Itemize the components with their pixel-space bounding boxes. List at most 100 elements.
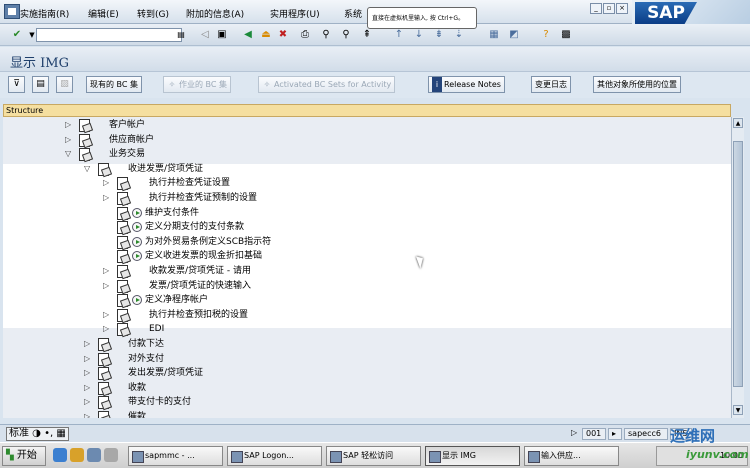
execute-activity-icon[interactable]: [132, 222, 142, 233]
tree-node-label[interactable]: 定义收进发票的现金折扣基础: [145, 249, 262, 263]
command-field[interactable]: [36, 28, 182, 42]
tree-node[interactable]: ▽ 收进发票/贷项凭证: [3, 162, 703, 176]
minimize-icon[interactable]: _: [590, 3, 602, 14]
expand-node-icon[interactable]: ▷: [84, 352, 92, 366]
tree-node-label[interactable]: 催款: [128, 410, 146, 418]
documentation-icon[interactable]: [116, 250, 129, 264]
tree-node-label[interactable]: 带支付卡的支付: [128, 395, 191, 409]
menu-utilities[interactable]: 实用程序(U): [270, 7, 320, 20]
documentation-icon[interactable]: [97, 162, 110, 176]
expand-node-icon[interactable]: ▷: [103, 264, 111, 278]
documentation-icon[interactable]: [116, 235, 129, 249]
expand-icon[interactable]: ⊽: [8, 76, 25, 93]
tree-node[interactable]: ▷ 付款下达: [3, 337, 703, 351]
page-up-icon[interactable]: ↑: [391, 27, 407, 43]
restore-icon[interactable]: ▫: [603, 3, 615, 14]
ie-icon[interactable]: [53, 448, 67, 462]
expand-node-icon[interactable]: ▷: [103, 279, 111, 293]
tree-node[interactable]: 维护支付条件: [3, 206, 703, 220]
task-display-img[interactable]: 显示 IMG: [425, 446, 520, 466]
task-enter-vendor[interactable]: 输入供应...: [524, 446, 619, 466]
execute-activity-icon[interactable]: [132, 207, 142, 218]
command-field-dropdown-icon[interactable]: ▤: [173, 27, 189, 43]
scroll-up-icon[interactable]: ▲: [733, 118, 743, 128]
tree-node-label[interactable]: 收款: [128, 381, 146, 395]
working-bc-sets-button[interactable]: ✧ 作业的 BC 集: [163, 76, 232, 93]
page-down-icon[interactable]: ↓: [411, 27, 427, 43]
expand-node-icon[interactable]: ▷: [103, 322, 111, 336]
execute-activity-icon[interactable]: [132, 295, 142, 306]
collapse-node-icon[interactable]: ▽: [65, 147, 73, 161]
expand-node-icon[interactable]: ▷: [103, 308, 111, 322]
tree-node-label[interactable]: 业务交易: [109, 147, 145, 161]
expand-node-icon[interactable]: ▷: [84, 381, 92, 395]
documentation-icon[interactable]: [97, 367, 110, 381]
documentation-icon[interactable]: [116, 177, 129, 191]
quick-launch-icon[interactable]: [104, 448, 118, 462]
tree-node-label[interactable]: 为对外贸易条例定义SCB指示符: [145, 235, 271, 249]
tree-node-label[interactable]: 对外支付: [128, 352, 164, 366]
tree-node-label[interactable]: 定义净程序帐户: [145, 293, 208, 307]
back-icon[interactable]: ◀: [240, 27, 256, 43]
task-sapmmc[interactable]: sapmmc - ...: [128, 446, 223, 466]
tree-node[interactable]: ▷ 催款: [3, 410, 703, 418]
tree-node[interactable]: ▽ 业务交易: [3, 147, 703, 162]
where-used-button[interactable]: 其他对象所使用的位置: [593, 76, 681, 93]
system-menu-icon[interactable]: [4, 4, 20, 19]
expand-node-icon[interactable]: ▷: [65, 118, 73, 132]
next-page-icon[interactable]: ⇣: [451, 27, 467, 43]
tree-node[interactable]: 为对外贸易条例定义SCB指示符: [3, 235, 703, 249]
task-sap-logon[interactable]: SAP Logon...: [227, 446, 322, 466]
documentation-icon[interactable]: [116, 265, 129, 278]
documentation-icon[interactable]: [116, 294, 129, 308]
tree-node[interactable]: ▷ 收款发票/贷项凭证 - 请用: [3, 264, 703, 278]
tree-node-label[interactable]: 定义分期支付的支付条款: [145, 220, 244, 234]
help-icon[interactable]: ?: [538, 27, 554, 43]
documentation-icon[interactable]: [97, 381, 110, 395]
task-sap-easy-access[interactable]: SAP 轻松访问: [326, 446, 421, 466]
explorer-icon[interactable]: [70, 448, 84, 462]
documentation-icon[interactable]: [116, 323, 129, 337]
tree-node-label[interactable]: EDI: [149, 322, 164, 336]
documentation-icon[interactable]: [78, 133, 91, 147]
ime-toolbar[interactable]: 标准 ◑ •, ▦: [6, 427, 69, 441]
menu-implementation-guide[interactable]: 实施指南(R): [20, 7, 69, 20]
vertical-scrollbar[interactable]: ▲ ▼: [731, 117, 744, 418]
tree-node-label[interactable]: 维护支付条件: [145, 206, 199, 220]
find-icon[interactable]: ⚲: [318, 27, 334, 43]
tree-node-label[interactable]: 执行并检查预扣税的设置: [149, 308, 248, 322]
change-log-button[interactable]: 变更日志: [531, 76, 571, 93]
tree-node[interactable]: ▷ 发票/贷项凭证的快速输入: [3, 279, 703, 293]
bookmark-icon[interactable]: ▨: [56, 76, 73, 93]
tree-node[interactable]: 定义分期支付的支付条款: [3, 220, 703, 235]
collapse-node-icon[interactable]: ▽: [84, 162, 92, 176]
documentation-icon[interactable]: [116, 206, 129, 220]
details-icon[interactable]: ▤: [32, 76, 49, 93]
menu-additional-info[interactable]: 附加的信息(A): [186, 7, 244, 20]
documentation-icon[interactable]: [97, 338, 110, 351]
tree-node-label[interactable]: 客户帐户: [109, 118, 145, 132]
current-bc-sets-button[interactable]: 现有的 BC 集: [86, 76, 143, 93]
find-next-icon[interactable]: ⚲: [338, 27, 354, 43]
print-icon[interactable]: ⎙: [297, 27, 313, 43]
tree-node[interactable]: ▷ 供应商帐户: [3, 133, 703, 147]
tree-node[interactable]: ▷ 对外支付: [3, 352, 703, 366]
tree-node-label[interactable]: 发出发票/贷项凭证: [128, 366, 203, 380]
tree-node[interactable]: ▷ 客户帐户: [3, 118, 703, 132]
start-button[interactable]: ▚ 开始: [2, 446, 46, 466]
expand-node-icon[interactable]: ▷: [84, 366, 92, 380]
expand-node-icon[interactable]: ▷: [84, 410, 92, 418]
customize-layout-icon[interactable]: ▩: [558, 27, 574, 43]
execute-activity-icon[interactable]: [132, 251, 142, 262]
documentation-icon[interactable]: [97, 396, 110, 410]
documentation-icon[interactable]: [97, 352, 110, 366]
expand-node-icon[interactable]: ▷: [103, 191, 111, 205]
documentation-icon[interactable]: [116, 192, 129, 205]
tree-node-label[interactable]: 发票/贷项凭证的快速输入: [149, 279, 251, 293]
tree-node-label[interactable]: 收进发票/贷项凭证: [128, 162, 203, 176]
expand-node-icon[interactable]: ▷: [84, 395, 92, 409]
tree-node-label[interactable]: 执行并检查凭证设置: [149, 176, 230, 190]
documentation-icon[interactable]: [97, 411, 110, 418]
documentation-icon[interactable]: [78, 119, 91, 132]
prev-icon[interactable]: ◁: [197, 27, 213, 43]
